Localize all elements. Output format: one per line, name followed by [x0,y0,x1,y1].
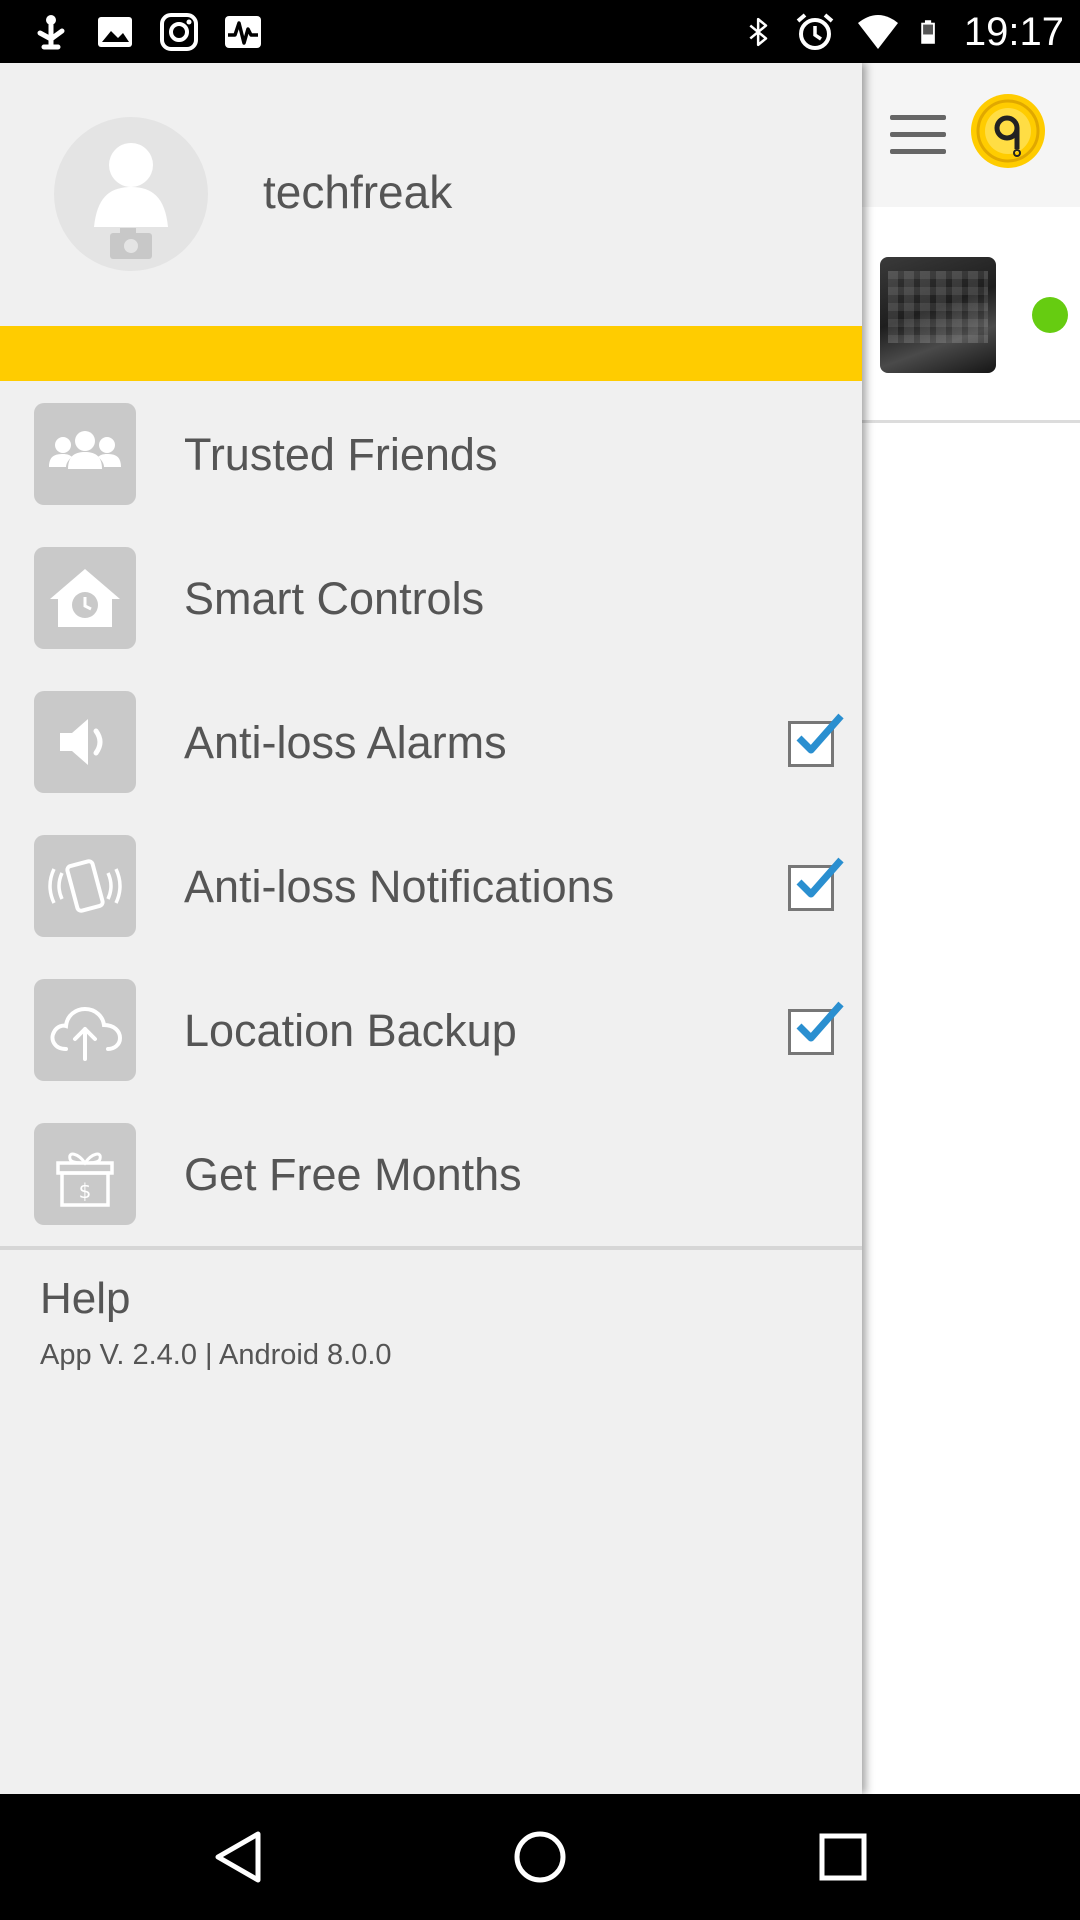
accent-bar [0,326,862,381]
avatar[interactable] [54,117,208,271]
alarms-checkbox[interactable] [788,713,844,767]
navigation-drawer: techfreak Trusted Friends Smart Controls [0,63,862,1794]
phone-vibrate-icon [48,859,122,913]
speaker-icon [60,719,103,765]
divider [0,1246,862,1250]
menu-tile [34,403,136,505]
menu-label: Anti-loss Alarms [184,717,507,768]
menu-item-smart-controls[interactable]: Smart Controls [0,525,862,669]
instagram-icon [160,13,198,51]
wifi-icon [857,15,898,49]
username: techfreak [263,166,453,218]
bluetooth-icon [749,17,768,47]
menu-label: Anti-loss Notifications [184,861,615,912]
camera-icon [110,228,152,259]
menu-hamburger-icon[interactable] [890,115,946,155]
alarm-clock-icon [796,13,834,50]
checkmark-icon [796,857,844,898]
online-status-dot [1032,297,1068,333]
image-icon [98,17,132,47]
menu-item-get-free-months[interactable]: $ Get Free Months [0,1101,862,1245]
location-backup-checkbox[interactable] [788,1001,844,1055]
menu-label: Get Free Months [184,1149,522,1200]
usb-debug-icon [37,15,65,50]
menu-item-anti-loss-notifications[interactable]: Anti-loss Notifications [0,813,862,957]
menu-tile [34,979,136,1081]
status-bar: 19:17 [0,0,1080,63]
menu-tile [34,691,136,793]
back-icon[interactable] [206,1824,272,1890]
device-card[interactable] [862,207,1080,423]
notifications-checkbox[interactable] [788,857,844,911]
menu-tile [34,835,136,937]
app-logo-icon [971,94,1045,168]
recents-icon[interactable] [810,1824,876,1890]
home-icon[interactable] [507,1824,573,1890]
group-icon [49,431,121,469]
person-icon [94,143,168,259]
svg-text:$: $ [79,1179,92,1203]
menu-tile: $ [34,1123,136,1225]
checkmark-icon [796,1001,844,1042]
menu-label: Location Backup [184,1005,517,1056]
menu-item-trusted-friends[interactable]: Trusted Friends [0,381,862,525]
navigation-bar [0,1794,1080,1920]
app-toolbar [862,63,1080,207]
cloud-upload-icon [50,1006,123,1061]
device-thumbnail [880,257,996,373]
menu-label: Smart Controls [184,573,485,624]
menu-tile [34,547,136,649]
battery-icon [921,20,935,44]
home-clock-icon [50,569,120,627]
checkmark-icon [796,713,844,754]
clock-time: 19:17 [963,9,1064,54]
gift-icon: $ [56,1152,114,1207]
app-version: App V. 2.4.0 | Android 8.0.0 [40,1339,392,1371]
menu-item-location-backup[interactable]: Location Backup [0,957,862,1101]
help-link[interactable]: Help [40,1274,131,1324]
pulse-app-icon [225,16,261,48]
menu-label: Trusted Friends [184,429,498,480]
menu-item-anti-loss-alarms[interactable]: Anti-loss Alarms [0,669,862,813]
